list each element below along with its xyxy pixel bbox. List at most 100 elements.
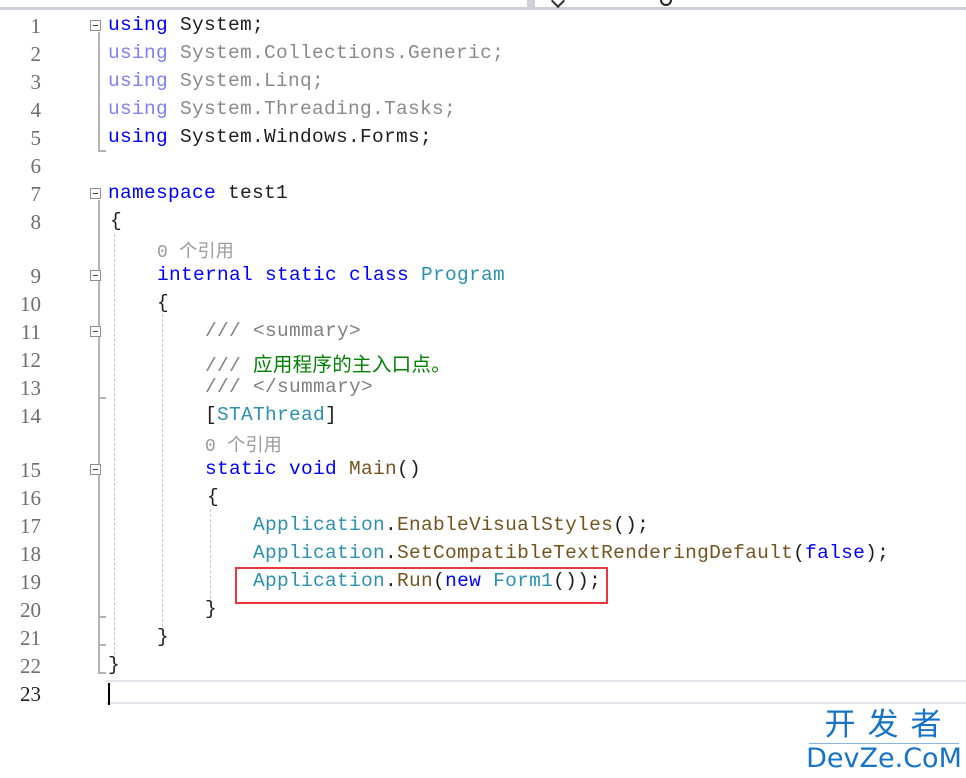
bracket: [ <box>205 404 218 426</box>
tab-bar <box>0 0 966 10</box>
code-line[interactable]: 22 } <box>0 652 966 680</box>
brace: { <box>207 486 220 508</box>
code-line[interactable]: 18 Application.SetCompatibleTextRenderin… <box>0 540 966 568</box>
brace: } <box>157 626 170 648</box>
keyword-unused: using <box>108 98 169 120</box>
watermark-en: DevZe.CoM <box>806 743 962 774</box>
doc-comment-tag: </summary> <box>253 376 374 398</box>
brace: { <box>157 292 170 314</box>
code-line[interactable]: 13 /// </summary> <box>0 374 966 402</box>
line-number: 5 <box>30 126 42 150</box>
dot: . <box>385 514 398 536</box>
line-number: 22 <box>20 654 41 678</box>
watermark-cn: 开发者 <box>824 707 954 743</box>
class-name: Application <box>253 514 386 536</box>
code-line[interactable]: 12 /// 应用程序的主入口点。 <box>0 346 966 377</box>
line-number: 17 <box>20 514 41 538</box>
line-number: 23 <box>20 682 41 706</box>
keyword-unused: using <box>108 42 169 64</box>
line-number: 3 <box>30 70 42 94</box>
brace: { <box>110 210 123 232</box>
call-end: (); <box>613 514 650 536</box>
namespace-name: test1 <box>216 182 289 204</box>
codelens-row: 0 个引用 <box>0 236 966 263</box>
collapse-icon[interactable] <box>90 270 101 281</box>
brace: } <box>108 654 121 676</box>
attribute-name: STAThread <box>217 404 326 426</box>
line-number: 7 <box>30 182 42 206</box>
code-line[interactable]: 17 Application.EnableVisualStyles(); <box>0 512 966 540</box>
collapse-icon[interactable] <box>90 326 101 337</box>
code-text-unused: System.Collections.Generic; <box>168 42 505 64</box>
brace: } <box>205 598 218 620</box>
line-number: 21 <box>20 626 41 650</box>
code-line[interactable]: 21 } <box>0 624 966 652</box>
codelens-row: 0 个引用 <box>0 430 966 457</box>
parens: () <box>397 458 422 480</box>
keyword-unused: using <box>108 70 169 92</box>
line-number: 13 <box>20 376 41 400</box>
keyword: false <box>805 542 866 564</box>
collapse-icon[interactable] <box>90 20 101 31</box>
keyword: using <box>108 126 169 148</box>
code-line[interactable]: 10 { <box>0 290 966 318</box>
code-line[interactable]: 11 /// <summary> <box>0 318 966 346</box>
code-line[interactable]: 6 <box>0 152 966 180</box>
line-number: 12 <box>20 348 41 372</box>
code-text-unused: System.Threading.Tasks; <box>168 98 457 120</box>
line-number: 1 <box>30 14 42 38</box>
call-end: ); <box>865 542 890 564</box>
current-line-highlight <box>106 680 966 704</box>
line-number: 11 <box>20 320 41 344</box>
tab-separator <box>527 0 535 7</box>
line-number: 14 <box>20 404 41 428</box>
code-line[interactable]: 2 using System.Collections.Generic; <box>0 40 966 68</box>
code-text: System; <box>168 14 265 36</box>
line-number: 19 <box>20 570 41 594</box>
method-name: SetCompatibleTextRenderingDefault <box>397 542 794 564</box>
collapse-icon[interactable] <box>90 188 101 199</box>
class-name: Application <box>253 542 386 564</box>
line-number: 16 <box>20 486 41 510</box>
line-number: 10 <box>20 292 41 316</box>
code-line[interactable]: 16 { <box>0 484 966 512</box>
doc-comment-prefix: /// <box>205 320 254 342</box>
keyword: using <box>108 14 169 36</box>
text-caret <box>108 683 110 705</box>
method-name: Main <box>337 458 398 480</box>
codelens-references-link[interactable]: 0 个引用 <box>157 243 234 263</box>
navigation-glyph-icon <box>660 0 672 6</box>
dropdown-chevron-icon[interactable] <box>550 0 566 9</box>
keyword: namespace <box>108 182 217 204</box>
line-number: 9 <box>30 264 42 288</box>
code-line[interactable]: 4 using System.Threading.Tasks; <box>0 96 966 124</box>
keyword: internal static class <box>157 264 410 286</box>
codelens-references-link[interactable]: 0 个引用 <box>205 437 282 457</box>
watermark-logo: 开发者 DevZe.CoM <box>805 708 963 773</box>
paren: ( <box>793 542 806 564</box>
annotation-highlight-box <box>235 567 608 604</box>
keyword: static void <box>205 458 338 480</box>
code-text-unused: System.Linq; <box>168 70 325 92</box>
line-number: 20 <box>20 598 41 622</box>
line-number: 4 <box>30 98 42 122</box>
line-number: 18 <box>20 542 41 566</box>
line-number: 2 <box>30 42 42 66</box>
code-text: System.Windows.Forms; <box>168 126 433 148</box>
code-line[interactable]: 5 using System.Windows.Forms; <box>0 124 966 152</box>
doc-comment-tag: <summary> <box>253 320 362 342</box>
code-line[interactable]: 14 [STAThread] <box>0 402 966 430</box>
doc-comment-prefix: /// <box>205 376 254 398</box>
line-number: 6 <box>30 154 42 178</box>
dot: . <box>385 542 398 564</box>
bracket: ] <box>325 404 338 426</box>
class-name: Program <box>409 264 506 286</box>
code-line[interactable]: 3 using System.Linq; <box>0 68 966 96</box>
code-line[interactable]: 1 using System; <box>0 12 966 40</box>
code-line[interactable]: 15 static void Main() <box>0 456 966 484</box>
code-line[interactable]: 9 internal static class Program <box>0 262 966 290</box>
code-line[interactable]: 8 { <box>0 208 966 236</box>
collapse-icon[interactable] <box>90 464 101 475</box>
line-number: 8 <box>30 210 42 234</box>
code-line[interactable]: 7 namespace test1 <box>0 180 966 208</box>
